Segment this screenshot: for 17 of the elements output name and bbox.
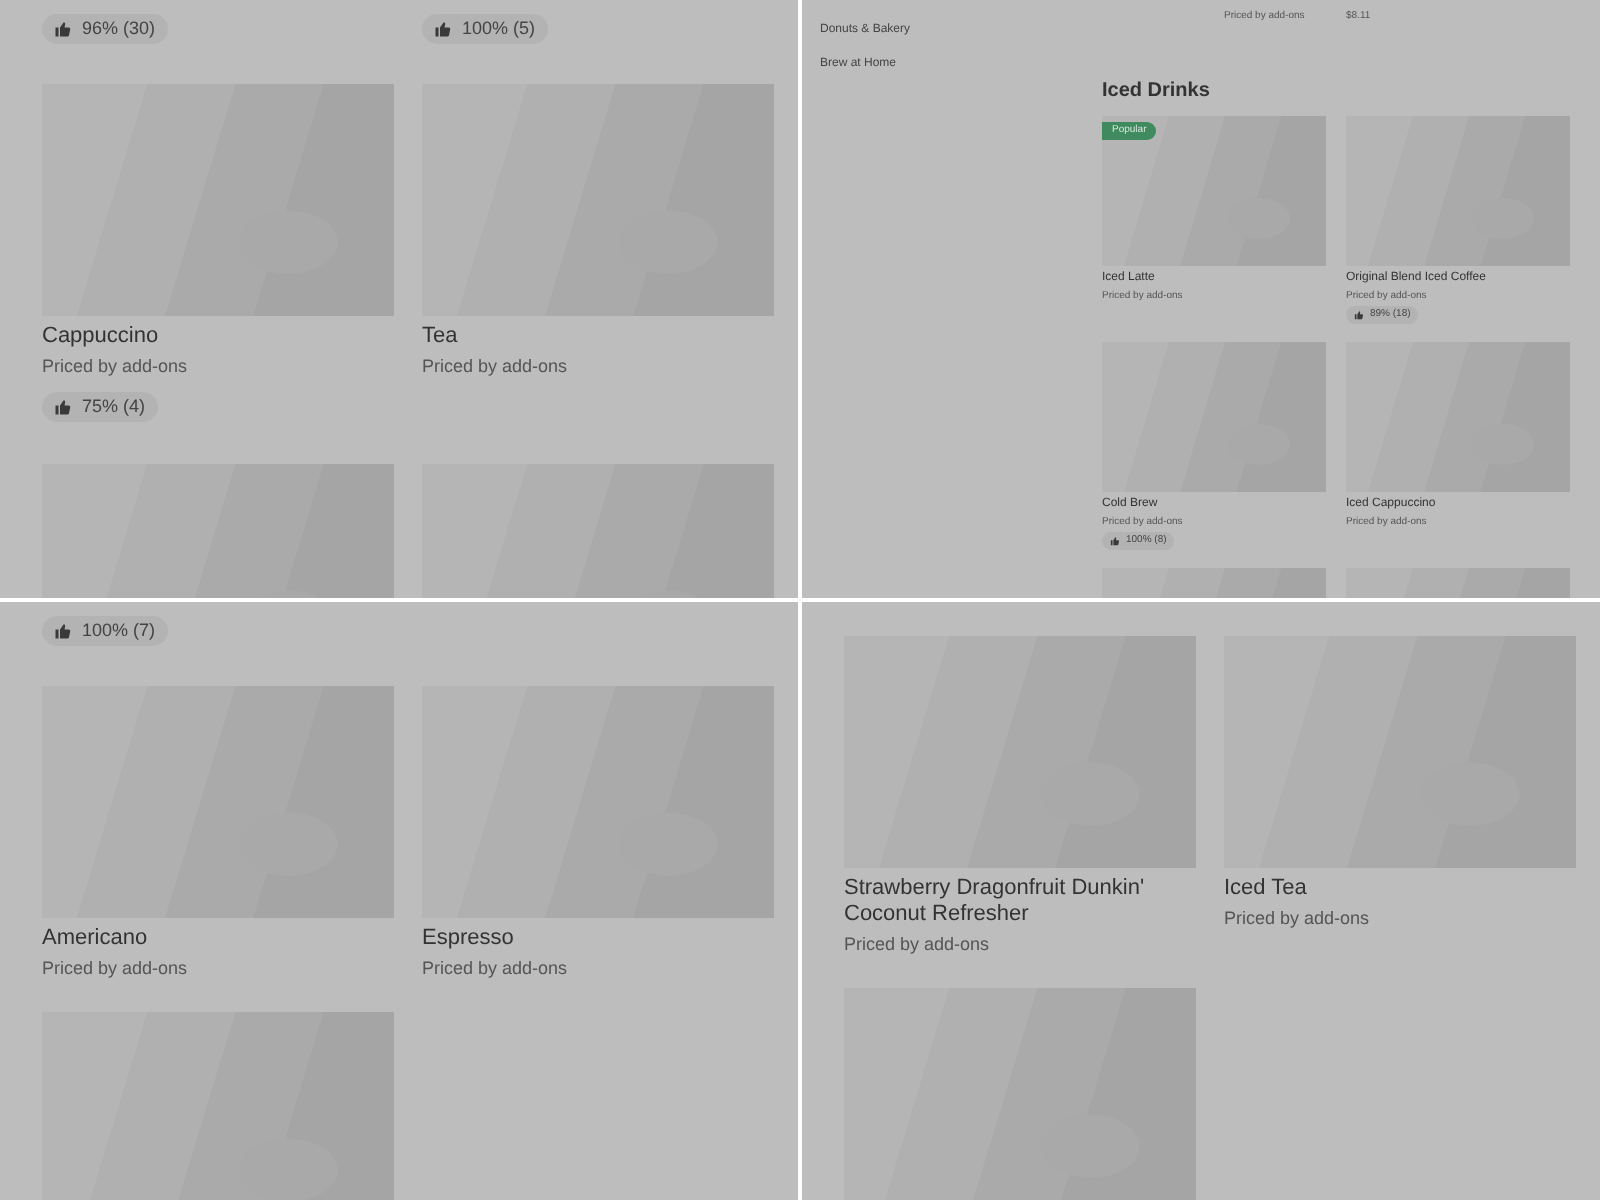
rating-badge: 100% (5) — [422, 14, 548, 44]
item-title[interactable]: Iced Tea — [1224, 876, 1576, 902]
item-price: Priced by add-ons — [42, 354, 190, 378]
item-title[interactable]: Cappuccino — [42, 324, 394, 350]
section-heading: Iced Drinks — [1102, 80, 1212, 104]
item-title[interactable]: Espresso — [422, 926, 774, 952]
item-title[interactable]: Tea — [422, 324, 774, 350]
rating-badge: 100% (7) — [42, 616, 168, 646]
item-price: Priced by add-ons — [42, 956, 190, 980]
item-price: Priced by add-ons — [1224, 906, 1372, 930]
item-price: Priced by add-ons — [422, 354, 570, 378]
item-title[interactable]: Americano — [42, 926, 394, 952]
item-title[interactable]: Strawberry Dragonfruit Dunkin' Coconut Refresher — [844, 876, 1196, 928]
item-price: Priced by add-ons — [422, 956, 570, 980]
rating-badge: 96% (30) — [42, 14, 168, 44]
item-price: Priced by add-ons — [844, 932, 992, 956]
rating-badge: 75% (4) — [42, 392, 158, 422]
